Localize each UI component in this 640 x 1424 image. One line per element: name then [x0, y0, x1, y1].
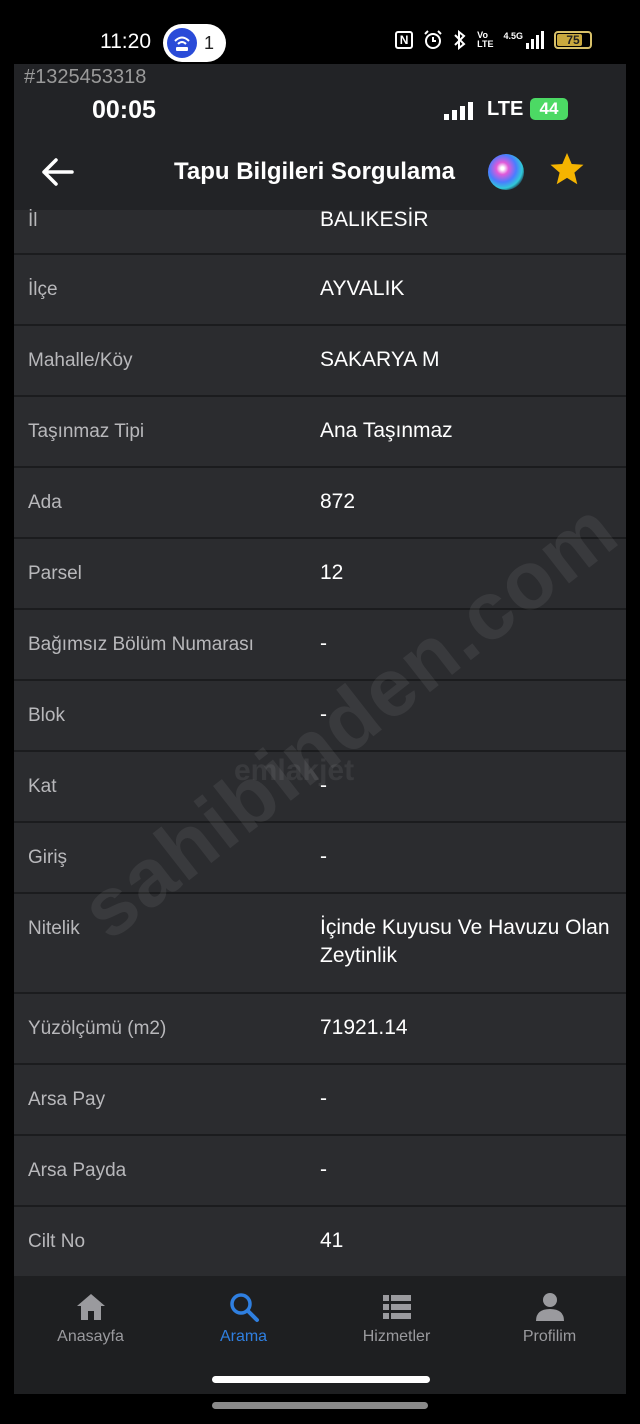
device-clock: 11:20	[100, 30, 151, 53]
info-row-value: AYVALIK	[320, 277, 405, 300]
info-row-label: Kat	[28, 776, 57, 797]
status-clock: 00:05	[92, 96, 156, 124]
info-row: Taşınmaz Tipi Ana Taşınmaz	[14, 397, 626, 468]
info-row-label: Ada	[28, 492, 62, 513]
search-icon	[230, 1293, 259, 1322]
info-row-label: İl	[28, 210, 38, 231]
info-row: Arsa Pay -	[14, 1065, 626, 1136]
info-row: İl BALIKESİR	[14, 208, 626, 255]
alarm-icon	[424, 30, 442, 49]
info-row-value: -	[320, 774, 327, 797]
navigation-bar: Tapu Bilgileri Sorgulama	[14, 136, 626, 210]
info-row-label: İlçe	[28, 279, 58, 300]
tab-label: Anasayfa	[57, 1328, 124, 1345]
info-row: Mahalle/Köy SAKARYA M	[14, 326, 626, 397]
status-battery: 44	[530, 98, 568, 120]
info-row-label: Bağımsız Bölüm Numarası	[28, 634, 254, 655]
info-row: Cilt No 41	[14, 1207, 626, 1278]
device-home-indicator[interactable]	[212, 1402, 428, 1409]
app-status-bar: #1325453318 00:05 LTE 44	[14, 64, 626, 136]
info-row-value: -	[320, 703, 327, 726]
home-icon	[77, 1294, 105, 1320]
info-row-label: Giriş	[28, 847, 68, 868]
network-type: LTE	[487, 98, 524, 120]
info-row: Nitelik İçinde Kuyusu Ve Havuzu Olan Zeyt…	[14, 894, 626, 994]
info-row-label: Arsa Pay	[28, 1089, 106, 1110]
home-indicator[interactable]	[212, 1376, 430, 1383]
recording-id: #1325453318	[24, 66, 147, 88]
person-icon	[536, 1293, 564, 1321]
info-row-label: Yüzölçümü (m2)	[28, 1018, 167, 1039]
info-row-label: Cilt No	[28, 1231, 86, 1252]
info-row: Giriş -	[14, 823, 626, 894]
device-status-bar: 11:20 1 N Vo LTE 4.5G 75	[0, 0, 640, 64]
info-row-label: Blok	[28, 705, 65, 726]
siri-icon[interactable]	[488, 154, 524, 190]
info-row: Ada 872	[14, 468, 626, 539]
page-title: Tapu Bilgileri Sorgulama	[174, 158, 455, 185]
info-row: İlçe AYVALIK	[14, 255, 626, 326]
info-row-value: BALIKESİR	[320, 208, 429, 231]
info-row-value: 41	[320, 1229, 344, 1252]
app-screen: #1325453318 00:05 LTE 44 Tapu Bilgileri …	[14, 64, 626, 1394]
volte-icon: Vo LTE	[477, 30, 494, 49]
info-row-value: -	[320, 845, 327, 868]
tab-hizmetler[interactable]: Hizmetler	[320, 1276, 473, 1366]
battery-level: 75	[566, 33, 580, 47]
info-row-label: Arsa Payda	[28, 1160, 127, 1181]
info-row-label: Parsel	[28, 563, 82, 584]
tab-arama[interactable]: Arama	[167, 1276, 320, 1366]
info-row: Kat -	[14, 752, 626, 823]
info-row-value: İçinde Kuyusu Ve Havuzu Olan Zeytinlik	[320, 916, 610, 967]
arrow-left-icon[interactable]	[38, 154, 78, 190]
nfc-icon: N	[395, 31, 414, 49]
info-row-label: Nitelik	[28, 918, 80, 939]
bluetooth-icon	[454, 30, 466, 50]
star-icon[interactable]	[548, 150, 586, 188]
hotspot-count: 1	[204, 33, 215, 53]
info-row: Bağımsız Bölüm Numarası -	[14, 610, 626, 681]
info-row-value: 71921.14	[320, 1016, 408, 1039]
tab-anasayfa[interactable]: Anasayfa	[14, 1276, 167, 1366]
device-status-icons: N Vo LTE 4.5G 75	[395, 30, 592, 50]
info-row: Parsel 12	[14, 539, 626, 610]
tab-label: Hizmetler	[362, 1328, 431, 1345]
signal-icon	[444, 102, 473, 120]
battery-icon: 75	[554, 31, 592, 49]
tab-label: Profilim	[522, 1328, 577, 1345]
info-row-value: 872	[320, 490, 356, 513]
info-row: Arsa Payda -	[14, 1136, 626, 1207]
info-row-value: Ana Taşınmaz	[320, 419, 453, 442]
property-info-table: İl BALIKESİR İlçe AYVALIK Mahalle/Köy SAKARYA…	[14, 208, 626, 1278]
tab-label: Arama	[219, 1328, 268, 1345]
info-row-label: Mahalle/Köy	[28, 350, 133, 371]
info-row: Yüzölçümü (m2) 71921.14	[14, 994, 626, 1065]
cellular-icon: 4.5G	[503, 31, 544, 49]
info-row-value: SAKARYA M	[320, 348, 440, 371]
info-row-value: 12	[320, 561, 344, 584]
info-row-value: -	[320, 632, 327, 655]
info-row-label: Taşınmaz Tipi	[28, 421, 145, 442]
hotspot-indicator[interactable]: 1	[163, 24, 226, 62]
hotspot-icon	[167, 28, 197, 58]
info-row-value: -	[320, 1158, 327, 1181]
tab-profilim[interactable]: Profilim	[473, 1276, 626, 1366]
list-icon	[383, 1295, 411, 1319]
info-row-value: -	[320, 1087, 327, 1110]
info-row: Blok -	[14, 681, 626, 752]
